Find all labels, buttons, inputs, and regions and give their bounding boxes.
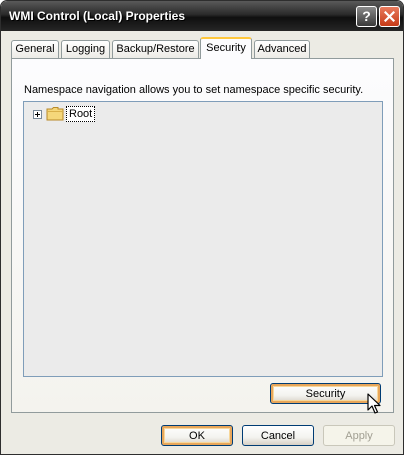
- properties-dialog: WMI Control (Local) Properties ? General…: [0, 0, 404, 455]
- close-button[interactable]: [379, 6, 400, 27]
- tree-node-root[interactable]: Root: [66, 106, 96, 122]
- title-bar[interactable]: WMI Control (Local) Properties ?: [1, 1, 403, 31]
- tab-logging[interactable]: Logging: [61, 40, 110, 58]
- namespace-description: Namespace navigation allows you to set n…: [24, 84, 364, 96]
- tree-expand-icon[interactable]: [33, 110, 42, 119]
- security-tab-panel: Namespace navigation allows you to set n…: [11, 58, 394, 413]
- mouse-cursor-icon: [367, 393, 381, 414]
- tab-security[interactable]: Security: [200, 37, 252, 59]
- tab-backup-restore[interactable]: Backup/Restore: [112, 40, 199, 58]
- close-icon: [384, 11, 395, 22]
- namespace-tree[interactable]: Root: [23, 101, 383, 377]
- cancel-button[interactable]: Cancel: [242, 425, 314, 446]
- security-button[interactable]: Security: [270, 383, 381, 404]
- tab-general[interactable]: General: [11, 40, 59, 58]
- help-button[interactable]: ?: [356, 6, 377, 27]
- apply-button[interactable]: Apply: [323, 425, 395, 446]
- folder-icon: [46, 107, 64, 121]
- window-title: WMI Control (Local) Properties: [9, 9, 186, 23]
- tab-advanced[interactable]: Advanced: [254, 40, 310, 58]
- ok-button[interactable]: OK: [161, 425, 233, 446]
